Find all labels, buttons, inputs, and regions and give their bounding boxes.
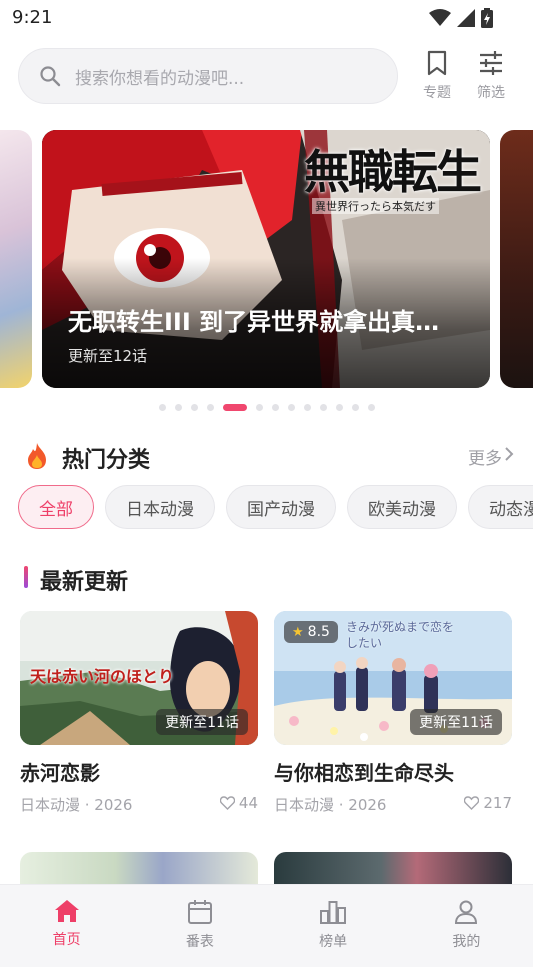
card-likes[interactable]: 44 [219,794,258,812]
topics-label: 专题 [423,85,451,101]
carousel-indicator [0,402,533,412]
card-title[interactable]: 赤河恋影 [20,757,258,786]
card-category-year: 日本动漫 · 2026 [20,796,133,814]
fire-icon [28,443,46,469]
search-icon [40,66,61,87]
card-title[interactable]: 与你相恋到生命尽头 [274,757,512,786]
episode-badge: 更新至11话 [410,709,502,735]
banner-logo-text: 無職転生 [304,145,482,199]
nav-label: 番表 [185,934,214,950]
carousel-dot[interactable] [319,403,327,411]
category-chips: 全部 日本动漫 国产动漫 欧美动漫 动态漫 [18,485,533,531]
more-link[interactable]: 更多 [468,444,502,469]
hot-categories-header: 热门分类 更多 [24,440,514,474]
nav-home[interactable]: 首页 [0,885,133,967]
carousel-dot[interactable] [174,403,182,411]
section-title: 最新更新 [40,570,129,595]
rating-value: 8.5 [307,624,330,640]
card-thumb-title: 天は赤い河のほとり [30,667,175,686]
bottom-navigation: 首页 番表 榜单 我的 [0,884,533,967]
banner-slide-next[interactable] [500,130,533,388]
chip-western-anime[interactable]: 欧美动漫 [347,485,457,529]
rating-badge: ★ 8.5 [284,621,338,643]
section-title: 热门分类 [62,448,151,473]
star-icon: ★ [292,624,304,640]
carousel-dot[interactable] [206,403,214,411]
home-screen: 9:21 搜索你想看的动漫吧... 专题 筛选 無職転生 異世界行ったら本気だす… [0,0,533,967]
search-input[interactable]: 搜索你想看的动漫吧... [18,48,398,104]
filter-label: 筛选 [477,85,505,101]
chip-japanese-anime[interactable]: 日本动漫 [105,485,215,529]
filter-sliders-icon [480,51,502,75]
carousel-dot[interactable] [367,403,375,411]
heart-icon [219,796,235,810]
carousel-dot[interactable] [190,403,198,411]
chip-all[interactable]: 全部 [18,485,94,529]
card-likes[interactable]: 217 [464,794,512,812]
banner-slide-current[interactable]: 無職転生 異世界行ったら本気だす 无职转生III 到了异世界就拿出真… 更新至1… [42,130,490,388]
carousel-dot[interactable] [303,403,311,411]
battery-icon [481,8,493,28]
status-icons [429,8,493,28]
banner-logo-subtext: 異世界行ったら本気だす [312,198,439,214]
anime-card[interactable]: きみが死ぬまで恋をしたい ★ 8.5 更新至11话 与你相恋到生命尽头 日本动漫… [274,611,512,814]
chip-motion-comic[interactable]: 动态漫 [468,485,533,529]
status-bar: 9:21 [0,0,533,36]
nav-label: 榜单 [319,934,348,950]
carousel-dot[interactable] [335,403,343,411]
episode-badge: 更新至11话 [156,709,248,735]
carousel-dot-active[interactable] [222,403,247,411]
calendar-icon [187,900,212,924]
banner-episode: 更新至12话 [68,347,148,365]
card-thumbnail[interactable]: 天は赤い河のほとり 更新至11话 [20,611,258,745]
chip-chinese-anime[interactable]: 国产动漫 [226,485,336,529]
wifi-icon [429,9,451,26]
nav-schedule[interactable]: 番表 [133,885,266,967]
nav-profile[interactable]: 我的 [400,885,533,967]
nav-label: 首页 [52,932,81,948]
filter-button[interactable]: 筛选 [469,50,513,106]
nav-ranking[interactable]: 榜单 [267,885,400,967]
search-placeholder: 搜索你想看的动漫吧... [75,68,245,89]
card-thumb-title: きみが死ぬまで恋をしたい [346,620,455,650]
status-time: 9:21 [12,7,53,28]
heart-icon [464,796,480,810]
carousel-dot[interactable] [271,403,279,411]
carousel-dot[interactable] [158,403,166,411]
topics-button[interactable]: 专题 [415,50,459,106]
bookmark-icon [427,50,447,76]
nav-label: 我的 [452,934,481,950]
home-icon [54,900,79,922]
banner-slide-prev[interactable] [0,130,32,388]
cell-signal-icon [457,9,475,27]
anime-card[interactable]: 天は赤い河のほとり 更新至11话 赤河恋影 日本动漫 · 2026 44 [20,611,258,814]
carousel-dot[interactable] [351,403,359,411]
ranking-icon [320,901,347,924]
profile-icon [455,900,478,924]
carousel-dot[interactable] [287,403,295,411]
likes-count: 217 [483,794,512,812]
card-meta: 日本动漫 · 2026 44 [20,794,258,814]
card-category-year: 日本动漫 · 2026 [274,796,387,814]
section-accent-bar [24,566,28,588]
card-meta: 日本动漫 · 2026 217 [274,794,512,814]
carousel-dot[interactable] [255,403,263,411]
banner-title: 无职转生III 到了异世界就拿出真… [68,308,440,336]
banner-carousel[interactable]: 無職転生 異世界行ったら本気だす 无职转生III 到了异世界就拿出真… 更新至1… [0,130,533,388]
likes-count: 44 [238,794,258,812]
chevron-right-icon[interactable] [504,446,514,462]
card-thumbnail[interactable]: きみが死ぬまで恋をしたい ★ 8.5 更新至11话 [274,611,512,745]
